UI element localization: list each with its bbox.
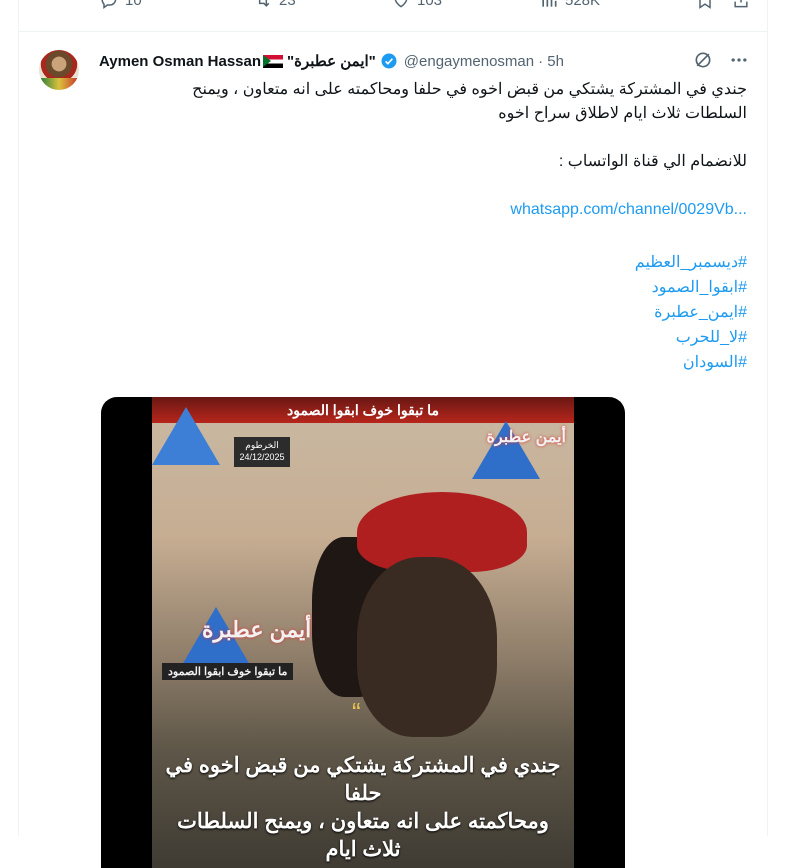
video-date-box: الخرطوم 24/12/2025 [234,437,290,467]
author-alt-name[interactable]: "ايمن عطبرة" [287,52,376,70]
hashtag-link[interactable]: #ديسمبر_العظيم [99,250,747,275]
tweet-text: جندي في المشتركة يشتكي من قبض اخوه في حل… [99,78,747,375]
video-date: 24/12/2025 [239,452,285,462]
tweet-time[interactable]: · 5h [538,53,564,70]
grok-icon[interactable] [693,50,713,70]
video-watermark-sub: ما تبقوا خوف ابقوا الصمود [162,663,294,680]
video-frame: ما تبقوا خوف ابقوا الصمود الخرطوم 24/12/… [152,397,574,868]
author-avatar[interactable] [39,50,79,90]
views-button[interactable]: 528K [539,0,600,10]
tweet[interactable]: Aymen Osman Hassan "ايمن عطبرة" @engayme… [18,32,768,868]
like-count: 103 [417,0,443,9]
bookmark-button[interactable] [695,0,715,10]
previous-tweet-actions: 10 23 103 528K [99,0,748,20]
whatsapp-link[interactable]: whatsapp.com/channel/0029Vb... [99,198,747,222]
hashtag-link[interactable]: #لا_للحرب [99,325,747,350]
channel-logo-icon [152,407,220,465]
tweet-header: Aymen Osman Hassan "ايمن عطبرة" @engayme… [99,50,749,72]
reply-icon [101,0,117,9]
more-icon[interactable] [729,50,749,70]
like-button[interactable]: 103 [391,0,442,10]
video-location: الخرطوم [245,440,279,450]
hashtag-link[interactable]: #السودان [99,350,747,375]
verified-badge-icon [381,53,397,69]
repost-button[interactable]: 23 [253,0,296,10]
video-caption-line: ومحاكمته على انه متعاون ، ويمنح السلطات … [177,810,549,861]
tweet-text-line: للانضمام الي قناة الواتساب : [558,153,747,170]
repost-icon [258,0,270,7]
views-icon [542,0,557,7]
sudan-flag-icon [263,54,284,68]
video-player[interactable]: ما تبقوا خوف ابقوا الصمود الخرطوم 24/12/… [101,397,625,868]
reply-button[interactable]: 10 [99,0,142,10]
author-handle[interactable]: @engaymenosman [404,53,534,70]
tweet-text-line: جندي في المشتركة يشتكي من قبض اخوه في حل… [192,81,747,98]
heart-icon [394,0,408,8]
share-icon [734,0,748,8]
video-caption-line: جندي في المشتركة يشتكي من قبض اخوه في حل… [165,754,561,805]
reply-count: 10 [125,0,142,9]
hashtag-link[interactable]: #ابقوا_الصمود [99,275,747,300]
quote-icon: “ [352,697,361,727]
video-watermark: أيمن عطبرة [202,617,312,642]
author-name[interactable]: Aymen Osman Hassan [99,53,261,70]
hashtag-link[interactable]: #ايمن_عطبرة [99,300,747,325]
views-count: 528K [565,0,601,9]
tweet-text-line: السلطات ثلاث ايام لاطلاق سراح اخوه [498,105,747,122]
person-face [357,557,497,737]
bookmark-icon [699,0,711,9]
video-watermark: أيمن عطبرة [486,429,566,446]
share-button[interactable] [731,0,751,10]
video-caption: جندي في المشتركة يشتكي من قبض اخوه في حل… [152,746,574,868]
repost-count: 23 [279,0,296,9]
previous-tweet: 10 23 103 528K [18,0,768,32]
